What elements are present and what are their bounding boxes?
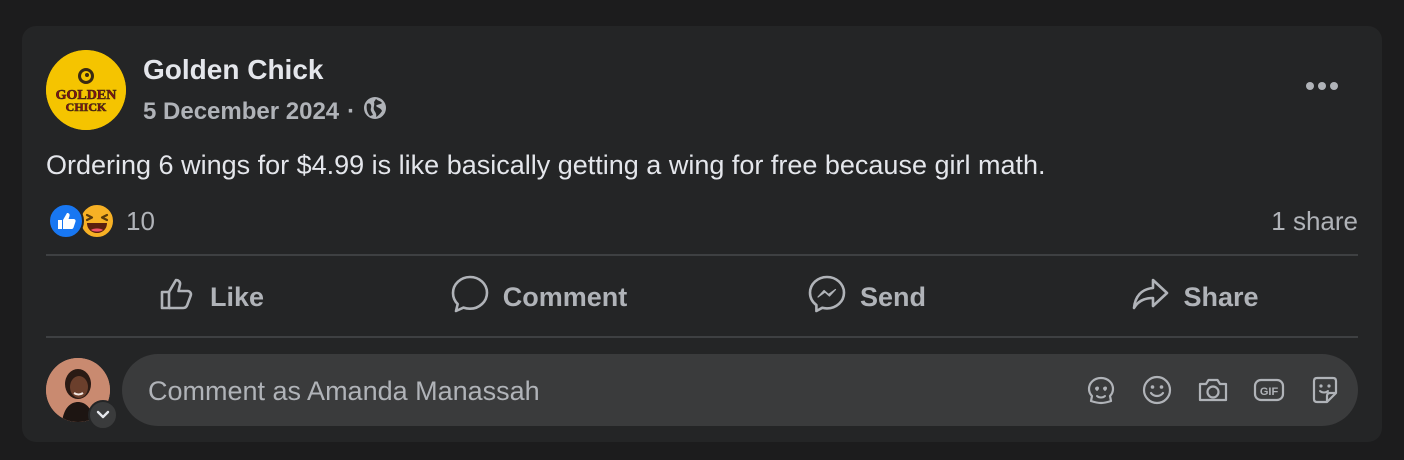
more-options-icon[interactable] (1302, 74, 1342, 98)
divider (46, 336, 1358, 338)
avatar-sticker-icon[interactable] (1084, 372, 1118, 408)
like-button[interactable]: Like (46, 259, 374, 335)
post-text: Ordering 6 wings for $4.99 is like basic… (46, 150, 1046, 180)
emoji-icon[interactable] (1140, 372, 1174, 408)
divider (46, 254, 1358, 256)
svg-text:CHICK: CHICK (66, 100, 107, 114)
comment-box: GIF (122, 354, 1358, 428)
gif-icon[interactable]: GIF (1252, 372, 1286, 408)
action-bar: Like Comment Send Share (46, 259, 1358, 335)
camera-icon[interactable] (1196, 372, 1230, 408)
thumbs-up-icon (156, 273, 198, 322)
golden-chick-logo: GOLDEN CHICK (46, 50, 126, 130)
like-label: Like (209, 281, 265, 312)
share-count[interactable]: 1 share (1271, 206, 1358, 237)
comment-button[interactable]: Comment (374, 259, 702, 335)
composer-icons: GIF (1084, 372, 1342, 408)
messenger-icon (806, 273, 848, 322)
globe-icon (363, 96, 387, 127)
svg-text:GIF: GIF (1260, 386, 1279, 398)
post-meta: 5 December 2024 · (143, 96, 387, 127)
send-button[interactable]: Send (702, 259, 1030, 335)
sticker-icon[interactable] (1308, 372, 1342, 408)
comment-label: Comment (502, 281, 628, 312)
share-button[interactable]: Share (1030, 259, 1358, 335)
share-arrow-icon (1129, 273, 1171, 322)
page-avatar[interactable]: GOLDEN CHICK (46, 50, 126, 130)
comment-bubble-icon (449, 273, 491, 322)
comment-input[interactable] (146, 354, 1050, 428)
like-reaction-icon (48, 203, 84, 239)
post-date[interactable]: 5 December 2024 (143, 98, 339, 126)
post-card: GOLDEN CHICK Golden Chick 5 December 202… (22, 26, 1382, 442)
share-label: Share (1183, 281, 1259, 312)
chevron-down-icon[interactable] (88, 400, 118, 430)
reaction-count: 10 (126, 205, 155, 236)
send-label: Send (859, 281, 926, 312)
page-name[interactable]: Golden Chick (143, 54, 323, 86)
reactions-summary[interactable]: 10 (48, 202, 155, 240)
meta-separator: · (347, 97, 356, 125)
